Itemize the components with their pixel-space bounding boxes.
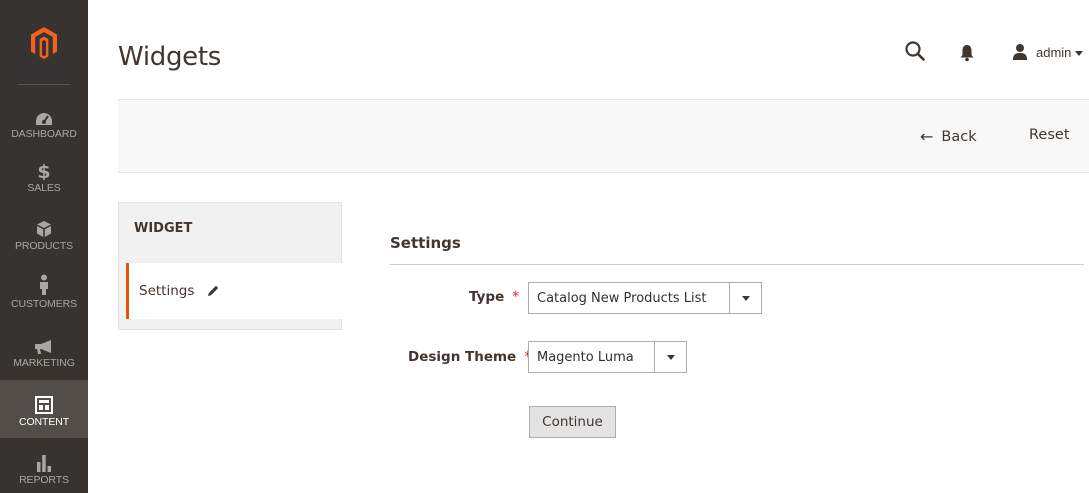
required-marker: * xyxy=(512,289,520,305)
sidebar-item-label: CUSTOMERS xyxy=(11,298,77,310)
bar-chart-icon xyxy=(36,448,52,472)
admin-sidebar: DASHBOARD $ SALES PRODUCTS CUSTOMERS MAR… xyxy=(0,0,88,493)
sidebar-item-reports[interactable]: REPORTS xyxy=(0,438,88,493)
magento-logo[interactable] xyxy=(0,0,88,86)
sidebar-item-label: CONTENT xyxy=(18,416,70,428)
svg-text:$: $ xyxy=(37,161,50,180)
user-account-menu[interactable]: admin xyxy=(1012,40,1084,64)
section-divider xyxy=(390,264,1084,265)
logo-divider xyxy=(18,84,70,85)
design-theme-select-toggle[interactable] xyxy=(654,342,686,372)
user-icon xyxy=(1013,44,1027,60)
sidebar-item-label: SALES xyxy=(27,182,61,194)
megaphone-icon xyxy=(33,331,55,355)
arrow-left-icon: ← xyxy=(920,127,934,146)
sidebar-item-label: MARKETING xyxy=(13,357,75,369)
type-label-text: Type xyxy=(469,289,505,305)
back-button-label: Back xyxy=(941,128,977,145)
sidebar-item-products[interactable]: PRODUCTS xyxy=(0,204,88,262)
dollar-icon: $ xyxy=(37,156,51,180)
bell-icon xyxy=(960,45,974,62)
type-select[interactable]: Catalog New Products List xyxy=(528,282,762,314)
sidebar-item-sales[interactable]: $ SALES xyxy=(0,146,88,204)
sidebar-item-marketing[interactable]: MARKETING xyxy=(0,321,88,379)
cube-icon xyxy=(36,214,52,238)
section-title: Settings xyxy=(390,234,461,252)
type-select-value: Catalog New Products List xyxy=(537,290,707,306)
page-title: Widgets xyxy=(118,42,222,72)
continue-button[interactable]: Continue xyxy=(529,406,616,438)
chevron-down-icon xyxy=(1075,50,1084,56)
design-theme-select[interactable]: Magento Luma xyxy=(528,341,687,373)
chevron-down-icon xyxy=(666,354,675,360)
tab-label: Settings xyxy=(139,283,195,299)
design-theme-field-label: Design Theme* xyxy=(408,349,531,365)
person-icon xyxy=(38,272,50,296)
tabs-heading: WIDGET xyxy=(134,220,193,236)
type-select-toggle[interactable] xyxy=(729,283,761,313)
chevron-down-icon xyxy=(741,295,750,301)
sidebar-item-label: PRODUCTS xyxy=(14,240,74,252)
sidebar-item-customers[interactable]: CUSTOMERS xyxy=(0,262,88,320)
sidebar-item-content[interactable]: CONTENT xyxy=(0,380,88,438)
dashboard-gauge-icon xyxy=(35,102,53,126)
type-field-label: Type * xyxy=(469,289,519,305)
user-name: admin xyxy=(1036,44,1072,60)
design-theme-label-text: Design Theme xyxy=(408,349,517,365)
notifications-button[interactable] xyxy=(958,42,976,62)
magento-logo-icon xyxy=(31,27,57,59)
reset-button[interactable]: Reset xyxy=(1029,127,1070,143)
app: DASHBOARD $ SALES PRODUCTS CUSTOMERS MAR… xyxy=(0,0,1089,493)
sidebar-item-label: REPORTS xyxy=(19,474,69,486)
tab-settings[interactable]: Settings xyxy=(126,263,342,319)
search-button[interactable] xyxy=(904,40,926,62)
layout-icon xyxy=(35,390,53,414)
sidebar-item-label: DASHBOARD xyxy=(11,128,77,140)
search-icon xyxy=(905,41,925,61)
pencil-icon xyxy=(208,285,219,296)
back-button[interactable]: ← Back xyxy=(920,127,977,146)
sidebar-item-dashboard[interactable]: DASHBOARD xyxy=(0,92,88,150)
design-theme-select-value: Magento Luma xyxy=(537,349,634,365)
